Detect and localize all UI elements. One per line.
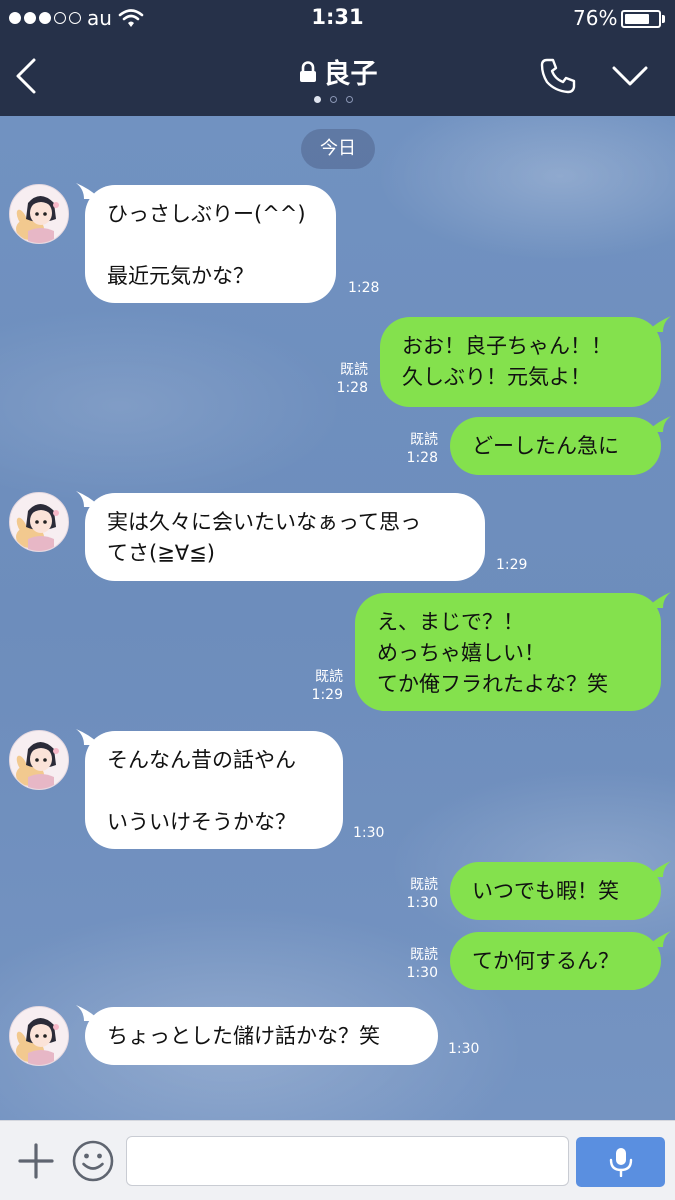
message-time: 1:28 [348,280,380,296]
status-bar: au 1:31 76% [0,0,675,36]
avatar-illustration [16,1018,59,1065]
message-input-bar [0,1120,675,1200]
battery-level-fill [625,14,649,24]
read-receipt: 既読 [410,877,438,893]
message-time: 1:30 [353,825,385,841]
avatar-illustration [16,742,59,789]
message-bubble[interactable]: てか何するん？ [450,932,661,990]
chat-header: 良子 [0,36,675,116]
message-bubble[interactable]: おお！良子ちゃん！！ 久しぶり！元気よ！ [380,317,661,407]
date-separator: 今日 [301,129,375,169]
lock-icon [299,60,316,82]
page-dot [314,96,321,103]
message-bubble[interactable]: いつでも暇！笑 [450,862,661,920]
page-dot [330,96,337,103]
phone-icon[interactable] [538,56,578,96]
battery-tip [662,15,665,23]
battery-icon [621,10,661,28]
message-time: 1:30 [406,895,438,911]
read-receipt: 既読 [410,947,438,963]
message-time: 1:29 [496,557,528,573]
message-bubble[interactable]: ひっさしぶりー(^^) 最近元気かな？ [85,185,336,303]
battery-percentage: 76% [573,6,618,30]
chat-title: 良子 [323,59,378,90]
message-bubble[interactable]: 実は久々に会いたいなぁって思っ てさ(≧∀≦) [85,493,485,581]
message-time: 1:30 [406,965,438,981]
avatar-illustration [16,504,59,551]
read-receipt: 既読 [315,669,343,685]
message-input[interactable] [126,1136,569,1186]
avatar[interactable] [9,730,69,790]
message-bubble[interactable]: どーしたん急に [450,417,661,475]
read-receipt: 既読 [340,362,368,378]
emoji-icon[interactable] [71,1139,115,1183]
page-dot [346,96,353,103]
avatar[interactable] [9,492,69,552]
avatar[interactable] [9,1006,69,1066]
read-receipt: 既読 [410,432,438,448]
voice-input-button[interactable] [576,1137,665,1187]
page-indicator [314,96,353,103]
avatar-illustration [16,196,59,243]
message-bubble[interactable]: え、まじで？！ めっちゃ嬉しい！ てか俺フラれたよな？笑 [355,593,661,711]
plus-icon[interactable] [18,1143,54,1179]
microphone-icon [609,1148,633,1177]
chevron-down-icon[interactable] [610,60,650,90]
chat-area[interactable]: 今日 ひっさしぶりー(^^) 最近元気かな？ 1:28 おお！良子ちゃん！！ 久… [0,116,675,1120]
avatar[interactable] [9,184,69,244]
message-time: 1:28 [406,450,438,466]
message-time: 1:28 [336,380,368,396]
message-time: 1:30 [448,1041,480,1057]
message-time: 1:29 [311,687,343,703]
message-bubble[interactable]: ちょっとした儲け話かな？笑 [85,1007,438,1065]
message-bubble[interactable]: そんなん昔の話やん いういけそうかな？ [85,731,343,849]
